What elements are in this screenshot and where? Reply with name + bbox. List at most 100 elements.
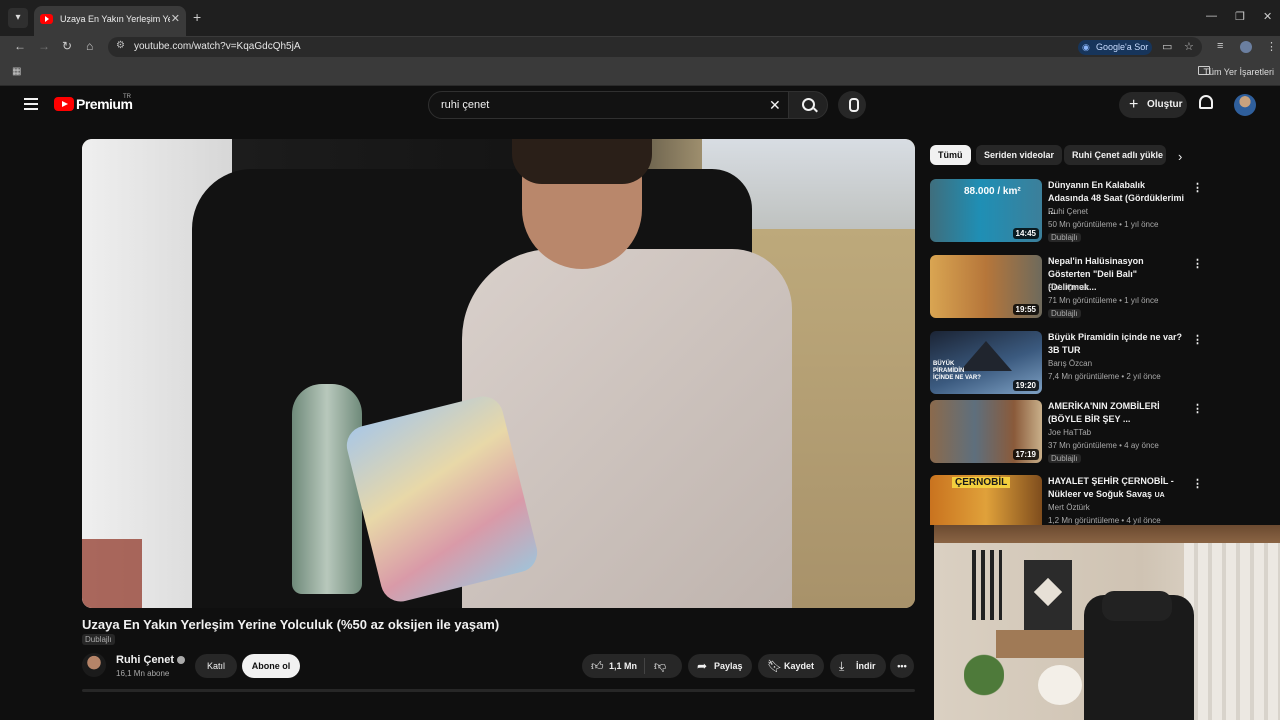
rec-channel[interactable]: Ruhi Çenet	[1048, 283, 1088, 292]
thumbs-down-icon[interactable]: 👎︎	[654, 654, 666, 678]
rec-title[interactable]: AMERİKA'NIN ZOMBİLERİ (BÖYLE BİR ŞEY ...	[1048, 400, 1186, 426]
account-avatar[interactable]	[1234, 94, 1256, 116]
rec-meta: 71 Mn görüntüleme • 1 yıl önce	[1048, 296, 1159, 305]
webcam-plant	[964, 645, 1004, 720]
like-count: 1,1 Mn	[609, 661, 638, 671]
apps-grid-icon[interactable]: ▦	[12, 66, 21, 77]
share-button[interactable]: ➦ Paylaş	[688, 654, 752, 678]
back-icon[interactable]: ←	[14, 39, 26, 53]
home-icon[interactable]: ⌂	[86, 39, 93, 53]
recommendation-item[interactable]: 17:19 AMERİKA'NIN ZOMBİLERİ (BÖYLE BİR Ş…	[930, 400, 1203, 464]
download-icon: ⤓	[839, 659, 845, 673]
duration-badge: 14:45	[1012, 228, 1039, 239]
join-button[interactable]: Katıl	[195, 654, 237, 678]
channel-name[interactable]: Ruhi Çenet	[116, 654, 186, 666]
restore-icon[interactable]: ❐	[1235, 10, 1245, 23]
webcam-overlay	[934, 525, 1280, 720]
chip-all[interactable]: Tümü	[930, 145, 971, 165]
clear-search-icon[interactable]: ✕	[769, 97, 781, 114]
subscribe-button[interactable]: Abone ol	[242, 654, 300, 678]
thumbnail[interactable]: 17:19	[930, 400, 1042, 463]
recommendation-item[interactable]: 88.000 / km² 14:45 Dünyanın En Kalabalık…	[930, 179, 1203, 243]
notifications-bell-icon[interactable]	[1199, 95, 1213, 109]
webcam-chair	[1084, 591, 1194, 720]
thumbnail-text: 88.000 / km²	[964, 186, 1021, 197]
more-vert-icon[interactable]: ⋮	[1192, 257, 1203, 270]
like-button[interactable]: 👍︎ 1,1 Mn 👎︎	[582, 654, 682, 678]
search-input[interactable]: ruhi çenet ✕	[428, 91, 796, 119]
more-icon: •••	[897, 661, 907, 671]
rec-meta: 7,4 Mn görüntüleme • 2 yıl önce	[1048, 372, 1161, 381]
plus-icon: +	[1129, 96, 1139, 113]
rec-dubbed-badge: Dublajlı	[1048, 309, 1081, 318]
chip-uploads[interactable]: Ruhi Çenet adlı yükle	[1064, 145, 1166, 165]
media-control-icon[interactable]: ≡	[1217, 40, 1223, 52]
save-icon: 🔖︎	[767, 659, 783, 673]
url-text: youtube.com/watch?v=KqaGdcQh5jA	[134, 41, 301, 52]
minimize-icon[interactable]: —	[1206, 10, 1217, 22]
create-label: Oluştur	[1147, 99, 1183, 110]
thumbnail[interactable]: 19:55	[930, 255, 1042, 318]
logo-region: TR	[123, 94, 131, 100]
lens-icon: ◉	[1082, 42, 1090, 52]
voice-search-icon[interactable]	[838, 91, 866, 119]
tab-list-button[interactable]: ▾	[8, 8, 28, 28]
youtube-favicon-icon	[40, 14, 53, 24]
more-vert-icon[interactable]: ⋮	[1192, 477, 1200, 490]
forward-icon[interactable]: →	[38, 39, 50, 53]
thumbs-up-icon: 👍︎	[591, 659, 604, 673]
close-window-icon[interactable]: ✕	[1263, 10, 1272, 23]
tab-close-icon[interactable]: ✕	[171, 12, 180, 25]
channel-avatar[interactable]	[82, 653, 106, 677]
recommendation-item[interactable]: BÜYÜK PİRAMİDİN İÇİNDE NE VAR? 19:20 Büy…	[930, 331, 1203, 395]
cast-icon[interactable]: ▭	[1162, 40, 1172, 53]
video-frame-oxygen-tank	[292, 384, 362, 594]
rec-channel[interactable]: Joe HaTTab	[1048, 428, 1091, 437]
create-button[interactable]: + Oluştur	[1119, 92, 1187, 118]
more-actions-button[interactable]: •••	[890, 654, 914, 678]
all-bookmarks-link[interactable]: Tüm Yer İşaretleri	[1203, 67, 1274, 77]
reload-icon[interactable]: ↻	[62, 39, 72, 53]
video-frame-taillight	[82, 539, 142, 608]
profile-avatar[interactable]	[1240, 41, 1252, 53]
thumbnail[interactable]: BÜYÜK PİRAMİDİN İÇİNDE NE VAR? 19:20	[930, 331, 1042, 394]
video-player[interactable]	[82, 139, 915, 608]
google-ask-label: Google'a Sor	[1096, 42, 1149, 52]
site-info-icon[interactable]: ⚙	[116, 40, 125, 51]
save-label: Kaydet	[784, 661, 815, 671]
more-vert-icon[interactable]: ⋮	[1192, 181, 1203, 194]
thumbnail[interactable]: 88.000 / km² 14:45	[930, 179, 1042, 242]
bookmark-star-icon[interactable]: ☆	[1184, 40, 1194, 53]
save-button[interactable]: 🔖︎ Kaydet	[758, 654, 824, 678]
more-vert-icon[interactable]: ⋮	[1192, 402, 1203, 415]
rec-channel[interactable]: Mert Öztürk	[1048, 503, 1090, 512]
recommendation-item[interactable]: ÇERNOBİL HAYALET ŞEHİR ÇERNOBİL - Nüklee…	[930, 475, 1200, 525]
webcam-ceiling	[934, 525, 1280, 543]
youtube-logo-icon[interactable]	[54, 97, 74, 111]
like-divider	[644, 658, 645, 674]
webcam-wind-chimes	[972, 550, 1002, 620]
more-vert-icon[interactable]: ⋮	[1192, 333, 1203, 346]
browser-menu-icon[interactable]: ⋮	[1266, 40, 1277, 53]
recommendation-item[interactable]: 19:55 Nepal'in Halüsinasyon Gösterten "D…	[930, 255, 1203, 319]
download-button[interactable]: ⤓ İndir	[830, 654, 886, 678]
new-tab-icon[interactable]: +	[193, 9, 201, 25]
google-ask-button[interactable]: ◉ Google'a Sor	[1078, 40, 1152, 55]
download-label: İndir	[856, 661, 876, 671]
rec-channel[interactable]: Ruhi Çenet	[1048, 207, 1088, 216]
screen: ▾ Uzaya En Yakın Yerleşim Yerine ✕ + — ❐…	[0, 0, 1280, 720]
menu-icon[interactable]	[24, 98, 38, 113]
share-label: Paylaş	[714, 661, 743, 671]
chevron-right-icon[interactable]: ›	[1178, 149, 1182, 164]
search-button[interactable]	[788, 91, 828, 119]
chip-series[interactable]: Seriden videolar	[976, 145, 1063, 165]
rec-dubbed-badge: Dublajlı	[1048, 454, 1081, 463]
url-input[interactable]: ⚙ youtube.com/watch?v=KqaGdcQh5jA	[108, 37, 1202, 57]
rec-channel[interactable]: Barış Özcan	[1048, 359, 1092, 368]
rec-title[interactable]: Büyük Piramidin içinde ne var? 3B TUR	[1048, 331, 1186, 357]
thumbnail[interactable]: ÇERNOBİL	[930, 475, 1042, 525]
verified-icon	[177, 656, 186, 665]
channel-name-text: Ruhi Çenet	[116, 654, 175, 666]
rec-title[interactable]: HAYALET ŞEHİR ÇERNOBİL - Nükleer ve Soğu…	[1048, 475, 1186, 502]
browser-tab[interactable]: Uzaya En Yakın Yerleşim Yerine ✕	[34, 6, 186, 36]
